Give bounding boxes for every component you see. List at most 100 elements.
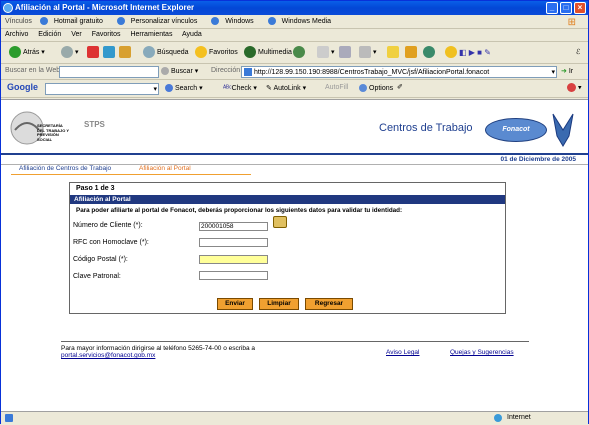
smiley-button[interactable] bbox=[445, 46, 459, 60]
web-search-button[interactable]: Buscar ▾ bbox=[161, 66, 198, 78]
folder-button[interactable] bbox=[405, 46, 419, 60]
stps-logo: SECRETARÍA DEL TRABAJO Y PREVISIÓN SOCIA… bbox=[7, 108, 105, 152]
pencil-icon[interactable]: ✐ bbox=[397, 83, 403, 91]
nav-afiliacion-centros[interactable]: Afiliación de Centros de Trabajo bbox=[19, 164, 111, 174]
google-logo[interactable]: Google bbox=[7, 82, 38, 92]
toolbar: Atrás ▾ ▾ Búsqueda Favoritos Multimedia … bbox=[1, 42, 588, 64]
site-title: Centros de Trabajo bbox=[379, 122, 473, 134]
note-icon bbox=[387, 46, 399, 59]
fonacot-mascot-icon bbox=[552, 113, 574, 147]
title-bar: Afiliación al Portal - Microsoft Interne… bbox=[1, 1, 588, 15]
employer-key-label: Clave Patronal: bbox=[73, 273, 121, 280]
history-button[interactable] bbox=[293, 46, 307, 60]
mail-icon bbox=[317, 46, 329, 59]
menu-favoritos[interactable]: Favoritos bbox=[92, 31, 121, 38]
address-bar: Buscar en la Web Buscar ▾ Dirección http… bbox=[1, 64, 588, 80]
chevron-down-icon[interactable]: ▾ bbox=[551, 67, 555, 78]
footer-email-link[interactable]: portal.servicios@fonacot.gob.mx bbox=[61, 352, 155, 359]
links-bar: Vínculos Hotmail gratuito Personalizar v… bbox=[1, 15, 588, 29]
link-windows-media[interactable]: Windows Media bbox=[267, 17, 337, 26]
web-search-input[interactable] bbox=[59, 66, 159, 78]
edit-icon bbox=[359, 46, 371, 59]
messenger-button[interactable] bbox=[423, 46, 437, 60]
autofill-button[interactable]: AutoFill bbox=[325, 84, 348, 91]
postal-code-input[interactable] bbox=[199, 255, 268, 264]
go-button[interactable]: ➜ Ir bbox=[561, 66, 573, 78]
rfc-label: RFC con Homoclave (*): bbox=[73, 239, 149, 246]
back-button[interactable]: Atrás ▾ bbox=[9, 46, 45, 60]
menu-ayuda[interactable]: Ayuda bbox=[182, 31, 202, 38]
search-web-label: Buscar en la Web bbox=[5, 67, 61, 74]
maximize-button[interactable]: □ bbox=[560, 2, 572, 14]
link-windows[interactable]: Windows bbox=[211, 17, 259, 26]
search-icon bbox=[143, 46, 155, 59]
note-button[interactable] bbox=[387, 46, 401, 60]
google-search-input[interactable]: ▾ bbox=[45, 83, 159, 95]
refresh-button[interactable] bbox=[103, 46, 117, 60]
clear-button[interactable]: Limpiar bbox=[259, 298, 299, 310]
folder-search-icon[interactable] bbox=[273, 216, 287, 228]
media-icons[interactable]: ◧ ▶ ■ ✎ bbox=[459, 46, 491, 60]
nav-underline bbox=[11, 174, 251, 175]
check-button[interactable]: ᴬᴮᶜCheck ▾ bbox=[223, 84, 257, 92]
step-indicator: Paso 1 de 3 bbox=[76, 185, 115, 192]
print-icon bbox=[339, 46, 351, 59]
url-input[interactable]: http://128.99.150.190:8988/CentrosTrabaj… bbox=[241, 66, 557, 78]
form-panel: Paso 1 de 3 Afiliación al Portal Para po… bbox=[69, 182, 506, 314]
search-button[interactable]: Búsqueda bbox=[143, 46, 189, 60]
page-status-icon bbox=[5, 413, 15, 425]
stop-icon bbox=[87, 46, 99, 59]
page-icon bbox=[211, 17, 220, 26]
smiley-icon bbox=[445, 46, 457, 59]
nav-afiliacion-portal[interactable]: Afiliación al Portal bbox=[139, 164, 191, 174]
edit-button[interactable]: ▾ bbox=[359, 46, 377, 60]
autolink-button[interactable]: ✎ AutoLink ▾ bbox=[266, 84, 306, 92]
multimedia-button[interactable]: Multimedia bbox=[244, 46, 292, 60]
fonacot-logo: Fonacot bbox=[485, 118, 547, 142]
page-icon bbox=[267, 17, 276, 26]
rfc-input[interactable] bbox=[199, 238, 268, 247]
abc-check-icon: ᴬᴮᶜ bbox=[223, 85, 232, 92]
client-number-label: Número de Cliente (*): bbox=[73, 222, 143, 229]
windows-logo-icon: ⊞ bbox=[567, 17, 576, 28]
refresh-icon bbox=[103, 46, 115, 59]
footer-divider bbox=[61, 341, 529, 342]
back-form-button[interactable]: Regresar bbox=[305, 298, 353, 310]
menu-ver[interactable]: Ver bbox=[71, 31, 82, 38]
extension-icon[interactable]: ℰ bbox=[576, 46, 580, 60]
minimize-button[interactable]: _ bbox=[546, 2, 558, 14]
window-title: Afiliación al Portal - Microsoft Interne… bbox=[15, 3, 195, 12]
legal-notice-link[interactable]: Aviso Legal bbox=[386, 349, 420, 356]
google-menu-button[interactable]: ▾ bbox=[567, 83, 582, 92]
link-personalizar[interactable]: Personalizar vínculos bbox=[116, 17, 204, 26]
home-icon bbox=[119, 46, 131, 59]
forward-button[interactable]: ▾ bbox=[61, 46, 79, 60]
print-button[interactable] bbox=[339, 46, 353, 60]
complaints-link[interactable]: Quejas y Sugerencias bbox=[450, 349, 514, 356]
page-icon bbox=[116, 17, 125, 26]
page-icon bbox=[39, 17, 48, 26]
menu-archivo[interactable]: Archivo bbox=[5, 31, 28, 38]
address-label: Dirección bbox=[211, 67, 241, 74]
folder-icon bbox=[405, 46, 417, 59]
options-button[interactable]: Options bbox=[359, 84, 393, 92]
employer-key-input[interactable] bbox=[199, 271, 268, 280]
menu-herramientas[interactable]: Herramientas bbox=[130, 31, 172, 38]
submit-button[interactable]: Enviar bbox=[217, 298, 253, 310]
status-bar: Internet bbox=[1, 411, 588, 424]
close-button[interactable]: × bbox=[574, 2, 586, 14]
client-number-input[interactable]: 200001058 bbox=[199, 222, 268, 231]
instructions: Para poder afiliarte al portal de Fonaco… bbox=[76, 207, 403, 214]
zone-label: Internet bbox=[507, 414, 531, 421]
stop-button[interactable] bbox=[87, 46, 101, 60]
multimedia-icon bbox=[244, 46, 256, 59]
menu-edicion[interactable]: Edición bbox=[38, 31, 61, 38]
stps-abbr: STPS bbox=[84, 120, 105, 129]
favorites-button[interactable]: Favoritos bbox=[195, 46, 238, 60]
section-title: Afiliación al Portal bbox=[70, 195, 505, 204]
home-button[interactable] bbox=[119, 46, 133, 60]
menu-bar: Archivo Edición Ver Favoritos Herramient… bbox=[1, 29, 588, 42]
mail-button[interactable]: ▾ bbox=[317, 46, 335, 60]
link-hotmail[interactable]: Hotmail gratuito bbox=[39, 17, 109, 26]
google-search-button[interactable]: Search ▾ bbox=[165, 84, 203, 93]
